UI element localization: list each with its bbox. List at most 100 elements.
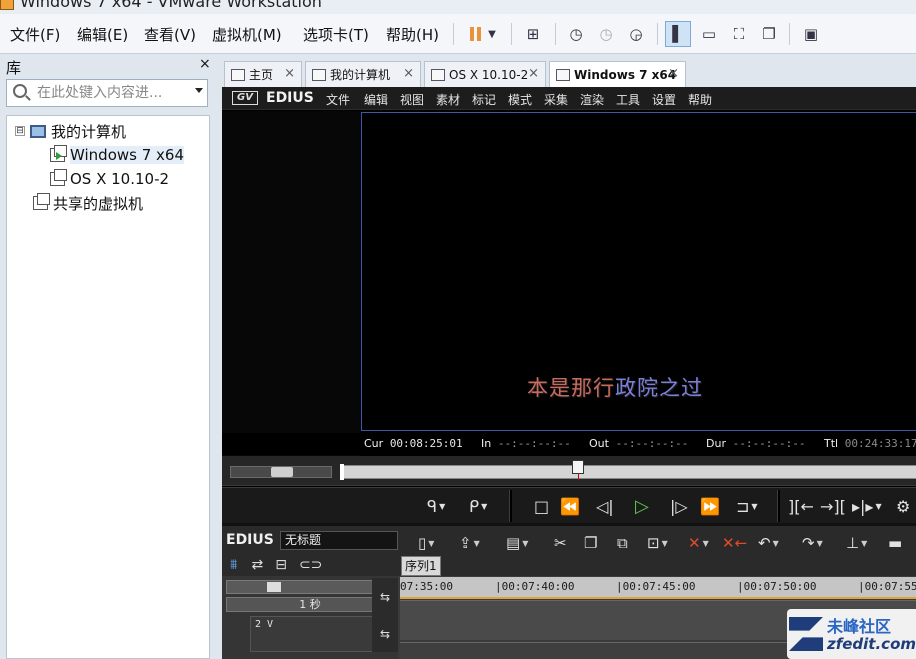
- edius-menu-view[interactable]: 视图: [400, 91, 424, 108]
- ripple-mode-icon[interactable]: ⇄: [251, 557, 263, 573]
- tab-label: OS X 10.10-2: [449, 67, 529, 82]
- menu-tabs[interactable]: 选项卡(T): [303, 24, 369, 45]
- menu-view[interactable]: 查看(V): [144, 24, 196, 45]
- timeline-brand: EDIUS: [226, 532, 274, 548]
- swap-icon[interactable]: ⇆: [380, 627, 390, 641]
- slider-thumb[interactable]: [267, 582, 281, 592]
- menu-file[interactable]: 文件(F): [10, 24, 60, 45]
- insert-to-timeline-icon[interactable]: ][←: [788, 494, 814, 518]
- redo-icon[interactable]: ↷ ▼: [802, 532, 823, 554]
- edius-menu-help[interactable]: 帮助: [688, 91, 712, 108]
- toolbar-separator: [511, 23, 512, 45]
- show-library-icon[interactable]: ▌: [665, 21, 691, 47]
- tab-osx[interactable]: OS X 10.10-2 ×: [424, 61, 546, 87]
- copy-icon[interactable]: ❐: [584, 532, 597, 554]
- snapshot-icon[interactable]: ◷: [563, 21, 589, 47]
- edius-menu-mode[interactable]: 模式: [508, 91, 532, 108]
- search-input[interactable]: [37, 83, 187, 103]
- undo-icon[interactable]: ↶ ▼: [758, 532, 779, 554]
- close-icon[interactable]: ×: [199, 56, 211, 72]
- step-back-icon[interactable]: ◁|: [596, 494, 614, 518]
- timecode-value: --:--:--:--: [497, 437, 571, 450]
- menu-edit[interactable]: 编辑(E): [77, 24, 128, 45]
- loop-icon[interactable]: ⊐ ▼: [736, 494, 758, 518]
- chevron-down-icon[interactable]: [195, 88, 203, 93]
- tab-sequence1[interactable]: 序列1: [401, 556, 441, 576]
- delete-icon[interactable]: ✕ ▼: [688, 532, 709, 554]
- more-tools-icon[interactable]: ⚙: [896, 494, 910, 518]
- tree-item-windows7[interactable]: Windows 7 x64: [50, 144, 185, 166]
- step-forward-icon[interactable]: |▷: [670, 494, 688, 518]
- playhead-marker[interactable]: [571, 460, 584, 480]
- shuttle-slider[interactable]: [230, 466, 332, 478]
- manage-snapshots-icon[interactable]: ◶: [623, 21, 649, 47]
- tab-my-computer[interactable]: 我的计算机 ×: [305, 61, 421, 87]
- open-project-icon[interactable]: ⇪ ▼: [459, 532, 480, 554]
- z-logo-icon: [789, 617, 823, 651]
- search-icon: [13, 84, 27, 98]
- set-in-icon[interactable]: ᑫ ▼: [427, 494, 445, 518]
- play-icon[interactable]: ▷: [635, 494, 649, 518]
- stop-icon[interactable]: □: [534, 494, 549, 518]
- edius-menu-clip[interactable]: 素材: [436, 91, 460, 108]
- zoom-slider[interactable]: [226, 580, 394, 594]
- save-project-icon[interactable]: ▤ ▼: [506, 532, 528, 554]
- tab-home[interactable]: 主页 ×: [224, 61, 302, 87]
- cut-icon[interactable]: ✂: [554, 532, 567, 554]
- timescale-select[interactable]: 1 秒: [226, 597, 394, 612]
- collapse-icon[interactable]: ⊟: [15, 126, 25, 136]
- trim-icon[interactable]: ▸|▸ ▼: [852, 494, 882, 518]
- close-icon[interactable]: ×: [403, 66, 414, 81]
- edius-menu-edit[interactable]: 编辑: [364, 91, 388, 108]
- tab-windows7[interactable]: Windows 7 x64 ×: [549, 61, 686, 87]
- edius-menu-capture[interactable]: 采集: [544, 91, 568, 108]
- menu-vm[interactable]: 虚拟机(M): [212, 24, 282, 45]
- swap-icon[interactable]: ⇆: [380, 590, 390, 604]
- close-icon[interactable]: ×: [284, 66, 295, 81]
- timeline-ruler[interactable]: 07:35:00 |00:07:40:00 |00:07:45:00 |00:0…: [400, 577, 916, 599]
- scrub-area: [222, 456, 916, 486]
- vm-display[interactable]: GV EDIUS 文件 编辑 视图 素材 标记 模式 采集 渲染 工具 设置 帮…: [222, 87, 916, 659]
- close-icon[interactable]: ×: [668, 66, 679, 81]
- tree-item-shared-vms[interactable]: 共享的虚拟机: [33, 192, 143, 214]
- revert-snapshot-icon[interactable]: ◷: [593, 21, 619, 47]
- console-view-icon[interactable]: ▣: [798, 21, 824, 47]
- dropdown-arrow-icon[interactable]: ▼: [482, 21, 502, 47]
- sync-lock-icon[interactable]: ⩩: [230, 557, 237, 573]
- full-screen-icon[interactable]: ⛶: [726, 21, 752, 47]
- timecode-ttl: Ttl 00:24:33:17: [824, 437, 916, 450]
- snap-icon[interactable]: ⊟: [275, 557, 287, 573]
- library-search[interactable]: [6, 79, 208, 107]
- new-sequence-icon[interactable]: ▯ ▼: [418, 532, 434, 554]
- timecode-label: Dur: [706, 437, 726, 450]
- edius-menu-file[interactable]: 文件: [326, 91, 350, 108]
- edius-menu-tools[interactable]: 工具: [616, 91, 640, 108]
- tree-item-my-computer[interactable]: ⊟ 我的计算机: [15, 120, 126, 142]
- shared-vm-icon: [33, 193, 50, 210]
- group-link-icon[interactable]: ⊂⊃: [299, 557, 322, 573]
- track-headers: 1 秒 2 V ⇆ ⇆: [222, 576, 398, 659]
- thumbnail-bar-icon[interactable]: ▭: [696, 21, 722, 47]
- overwrite-to-timeline-icon[interactable]: →][: [820, 494, 846, 518]
- toggle-icon[interactable]: ▬: [888, 532, 902, 554]
- insert-mode-icon[interactable]: ⊡ ▼: [647, 532, 668, 554]
- slider-thumb[interactable]: [271, 467, 293, 477]
- edius-menu-render[interactable]: 渲染: [580, 91, 604, 108]
- close-icon[interactable]: ×: [528, 66, 539, 81]
- fast-forward-icon[interactable]: ⏩: [700, 494, 720, 518]
- tree-item-label: OS X 10.10-2: [70, 170, 170, 188]
- menu-help[interactable]: 帮助(H): [386, 24, 439, 45]
- add-cut-icon[interactable]: ⊥ ▼: [846, 532, 867, 554]
- unity-icon[interactable]: ❐: [756, 21, 782, 47]
- edius-menu-marker[interactable]: 标记: [472, 91, 496, 108]
- ripple-delete-icon[interactable]: ✕←: [722, 532, 747, 554]
- send-keys-icon[interactable]: ⊞: [520, 21, 546, 47]
- preview-window[interactable]: 本是那行政院之过: [361, 112, 916, 431]
- paste-icon[interactable]: ⧉: [617, 532, 628, 554]
- rewind-icon[interactable]: ⏪: [560, 494, 580, 518]
- set-out-icon[interactable]: ᑭ ▼: [469, 494, 487, 518]
- tree-item-osx[interactable]: OS X 10.10-2: [50, 168, 169, 190]
- edius-menu-settings[interactable]: 设置: [652, 91, 676, 108]
- home-icon: [231, 68, 245, 81]
- position-bar[interactable]: [340, 465, 916, 479]
